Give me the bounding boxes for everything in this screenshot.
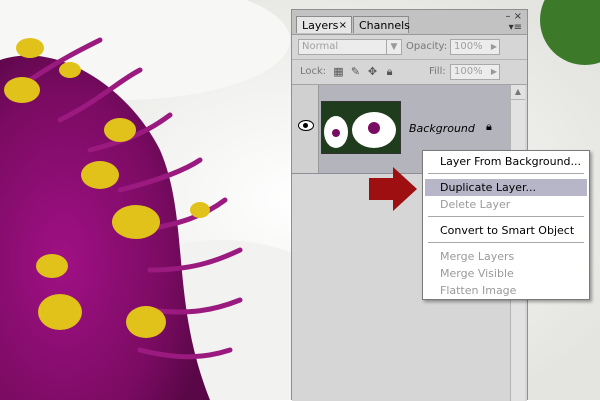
blend-mode-value: Normal	[302, 41, 339, 52]
panel-menu-icon[interactable]: ▾≡	[509, 22, 522, 33]
lock-icon: 🔒︎	[486, 120, 492, 133]
lock-label: Lock:	[300, 66, 327, 77]
menu-item-layer-from-background[interactable]: Layer From Background...	[425, 153, 587, 170]
thumbnail-image	[322, 102, 400, 153]
pointer-arrow-icon	[369, 167, 417, 211]
layer-thumbnail	[321, 101, 401, 154]
fill-field[interactable]: 100% ▶	[450, 64, 500, 80]
tab-channels-label: Channels	[359, 19, 410, 32]
eye-icon	[298, 120, 314, 131]
window-controls[interactable]: – ×	[505, 11, 522, 22]
chevron-right-icon: ▶	[490, 67, 497, 76]
tab-layers-label: Layers	[302, 19, 339, 32]
lock-brush-icon[interactable]: ✎	[349, 65, 362, 78]
fill-value: 100%	[454, 66, 483, 77]
blend-mode-select[interactable]: Normal ▼	[298, 39, 402, 55]
lock-row: Lock: ▦ ✎ ✥ 🔒︎ Fill: 100% ▶	[292, 60, 527, 85]
menu-item-convert-smart-object[interactable]: Convert to Smart Object	[425, 222, 587, 239]
chevron-right-icon: ▶	[490, 42, 497, 51]
lock-transparent-icon[interactable]: ▦	[332, 65, 345, 78]
menu-separator	[428, 173, 584, 174]
menu-item-merge-layers[interactable]: Merge Layers	[425, 248, 587, 265]
panel-tab-bar: Layers × Channels – × ▾≡	[292, 10, 527, 35]
lock-all-icon[interactable]: 🔒︎	[383, 65, 396, 78]
opacity-label: Opacity:	[406, 41, 448, 52]
tab-channels[interactable]: Channels	[353, 16, 410, 33]
menu-item-delete-layer[interactable]: Delete Layer	[425, 196, 587, 213]
layer-name: Background	[409, 122, 475, 135]
chevron-down-icon: ▼	[386, 40, 401, 54]
scroll-up-icon[interactable]: ▲	[511, 85, 525, 100]
blend-options-row: Normal ▼ Opacity: 100% ▶	[292, 35, 527, 60]
layer-context-menu: Layer From Background... Duplicate Layer…	[422, 150, 590, 300]
close-icon[interactable]: ×	[339, 17, 347, 34]
menu-item-duplicate-layer[interactable]: Duplicate Layer...	[425, 179, 587, 196]
opacity-field[interactable]: 100% ▶	[450, 39, 500, 55]
lock-move-icon[interactable]: ✥	[366, 65, 379, 78]
menu-separator	[428, 216, 584, 217]
visibility-toggle[interactable]	[292, 85, 319, 173]
menu-separator	[428, 242, 584, 243]
fill-label: Fill:	[429, 66, 446, 77]
menu-item-merge-visible[interactable]: Merge Visible	[425, 265, 587, 282]
opacity-value: 100%	[454, 41, 483, 52]
tab-layers[interactable]: Layers ×	[296, 16, 352, 33]
menu-item-flatten-image[interactable]: Flatten Image	[425, 282, 587, 299]
